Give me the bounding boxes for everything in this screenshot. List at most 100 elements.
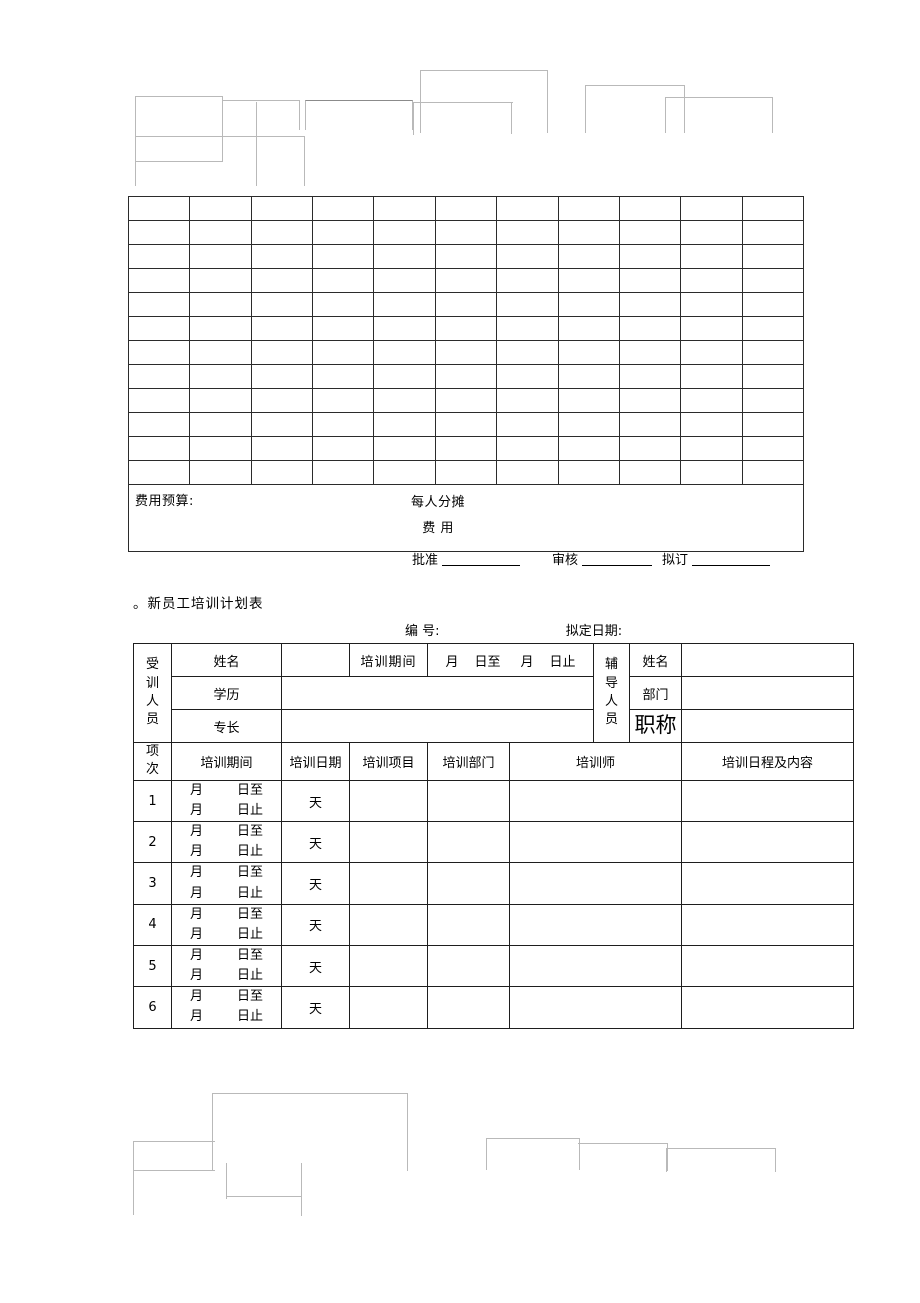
- grid-cell[interactable]: [250, 436, 314, 461]
- grid-cell[interactable]: [434, 460, 498, 485]
- grid-cell[interactable]: [373, 196, 436, 221]
- grid-cell[interactable]: [312, 412, 375, 437]
- grid-cell[interactable]: [312, 460, 375, 485]
- grid-cell[interactable]: [680, 196, 743, 221]
- grid-cell[interactable]: [680, 220, 743, 245]
- grid-cell[interactable]: [618, 364, 682, 389]
- grid-cell[interactable]: [312, 364, 375, 389]
- grid-cell[interactable]: [373, 412, 436, 437]
- grid-cell[interactable]: [557, 220, 620, 245]
- grid-cell[interactable]: [680, 244, 743, 269]
- grid-cell[interactable]: [496, 412, 559, 437]
- grid-cell[interactable]: [741, 268, 805, 293]
- grid-cell[interactable]: [618, 460, 682, 485]
- grid-cell[interactable]: [434, 316, 498, 341]
- mentor-title-value[interactable]: [681, 709, 854, 743]
- grid-cell[interactable]: [680, 436, 743, 461]
- grid-cell[interactable]: [496, 316, 559, 341]
- grid-cell[interactable]: [127, 292, 191, 317]
- grid-cell[interactable]: [189, 436, 252, 461]
- row-schedule[interactable]: [681, 862, 854, 905]
- grid-cell[interactable]: [250, 220, 314, 245]
- row-trainer[interactable]: [509, 821, 682, 864]
- row-project[interactable]: [349, 821, 428, 864]
- grid-cell[interactable]: [127, 220, 191, 245]
- grid-cell[interactable]: [434, 436, 498, 461]
- row-schedule[interactable]: [681, 945, 854, 988]
- trainee-name-value[interactable]: [281, 643, 350, 677]
- grid-cell[interactable]: [496, 388, 559, 413]
- row-project[interactable]: [349, 986, 428, 1029]
- row-trainer[interactable]: [509, 779, 682, 823]
- grid-cell[interactable]: [189, 364, 252, 389]
- grid-cell[interactable]: [250, 196, 314, 221]
- row-period-range[interactable]: 月日至 月日止: [171, 986, 282, 1029]
- row-department[interactable]: [427, 779, 510, 823]
- grid-cell[interactable]: [741, 412, 805, 437]
- row-days[interactable]: 天: [281, 779, 350, 823]
- grid-cell[interactable]: [680, 460, 743, 485]
- trainee-education-value[interactable]: [281, 676, 594, 710]
- row-period-range[interactable]: 月日至 月日止: [171, 779, 282, 823]
- grid-cell[interactable]: [680, 412, 743, 437]
- grid-cell[interactable]: [189, 292, 252, 317]
- grid-cell[interactable]: [373, 460, 436, 485]
- grid-cell[interactable]: [434, 292, 498, 317]
- row-period-range[interactable]: 月日至 月日止: [171, 821, 282, 864]
- grid-cell[interactable]: [250, 412, 314, 437]
- row-department[interactable]: [427, 986, 510, 1029]
- grid-cell[interactable]: [127, 196, 191, 221]
- row-days[interactable]: 天: [281, 821, 350, 864]
- grid-cell[interactable]: [312, 196, 375, 221]
- grid-cell[interactable]: [618, 388, 682, 413]
- row-days[interactable]: 天: [281, 986, 350, 1029]
- grid-cell[interactable]: [496, 364, 559, 389]
- grid-cell[interactable]: [557, 196, 620, 221]
- row-schedule[interactable]: [681, 903, 854, 947]
- row-period-range[interactable]: 月日至 月日止: [171, 903, 282, 947]
- grid-cell[interactable]: [312, 436, 375, 461]
- grid-cell[interactable]: [189, 388, 252, 413]
- grid-cell[interactable]: [434, 196, 498, 221]
- grid-cell[interactable]: [680, 292, 743, 317]
- grid-cell[interactable]: [557, 388, 620, 413]
- grid-cell[interactable]: [127, 412, 191, 437]
- grid-cell[interactable]: [250, 364, 314, 389]
- row-period-range[interactable]: 月日至 月日止: [171, 862, 282, 905]
- review-blank[interactable]: [582, 565, 653, 566]
- grid-cell[interactable]: [312, 244, 375, 269]
- grid-cell[interactable]: [434, 412, 498, 437]
- grid-cell[interactable]: [373, 244, 436, 269]
- row-schedule[interactable]: [681, 779, 854, 823]
- grid-cell[interactable]: [741, 316, 805, 341]
- row-trainer[interactable]: [509, 903, 682, 947]
- grid-cell[interactable]: [127, 268, 191, 293]
- mentor-name-value[interactable]: [681, 643, 854, 677]
- grid-cell[interactable]: [127, 436, 191, 461]
- grid-cell[interactable]: [618, 220, 682, 245]
- grid-cell[interactable]: [312, 220, 375, 245]
- grid-cell[interactable]: [189, 268, 252, 293]
- grid-cell[interactable]: [618, 196, 682, 221]
- grid-cell[interactable]: [127, 340, 191, 365]
- grid-cell[interactable]: [189, 244, 252, 269]
- grid-cell[interactable]: [373, 436, 436, 461]
- grid-cell[interactable]: [680, 340, 743, 365]
- row-department[interactable]: [427, 821, 510, 864]
- grid-cell[interactable]: [127, 388, 191, 413]
- grid-cell[interactable]: [496, 196, 559, 221]
- grid-cell[interactable]: [312, 340, 375, 365]
- row-days[interactable]: 天: [281, 903, 350, 947]
- grid-cell[interactable]: [434, 340, 498, 365]
- grid-cell[interactable]: [373, 220, 436, 245]
- grid-cell[interactable]: [496, 292, 559, 317]
- grid-cell[interactable]: [618, 244, 682, 269]
- grid-cell[interactable]: [557, 244, 620, 269]
- row-department[interactable]: [427, 945, 510, 988]
- grid-cell[interactable]: [189, 220, 252, 245]
- grid-cell[interactable]: [250, 292, 314, 317]
- grid-cell[interactable]: [312, 268, 375, 293]
- row-days[interactable]: 天: [281, 862, 350, 905]
- row-trainer[interactable]: [509, 945, 682, 988]
- grid-cell[interactable]: [127, 244, 191, 269]
